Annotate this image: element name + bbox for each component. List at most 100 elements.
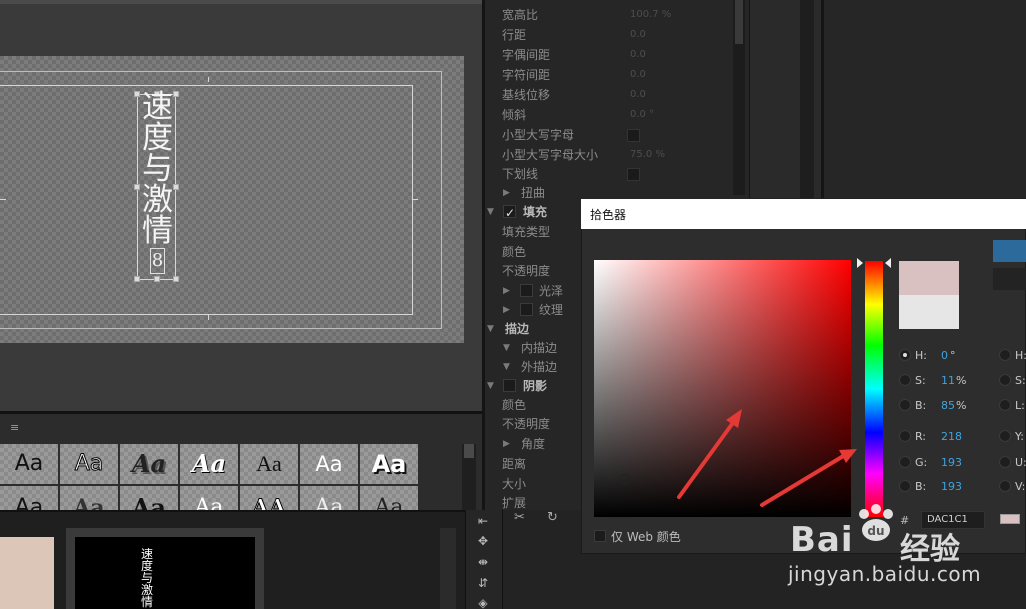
prop-value[interactable]: 0.0: [630, 45, 646, 65]
distribute-icon[interactable]: ⇼: [474, 555, 492, 569]
shadow-checkbox[interactable]: [503, 379, 516, 392]
side-panel-scrollbar[interactable]: [800, 0, 814, 198]
saturation-radio[interactable]: [899, 374, 911, 386]
title-clip-thumbnail[interactable]: [75, 537, 255, 609]
red-value[interactable]: 218: [941, 430, 962, 443]
expand-right-icon[interactable]: ▶: [503, 183, 510, 203]
bin-scrollbar[interactable]: [440, 528, 456, 609]
style-swatch[interactable]: Aa: [360, 444, 418, 484]
hue-slider-right-arrow[interactable]: [885, 258, 891, 268]
original-color-swatch[interactable]: [899, 295, 959, 329]
prop-value[interactable]: 0.0: [630, 65, 646, 85]
underline-checkbox[interactable]: [627, 168, 640, 181]
hue-value[interactable]: 0: [941, 349, 948, 362]
properties-scroll-thumb[interactable]: [735, 0, 743, 44]
new-color-swatch: [899, 261, 959, 295]
expand-down-icon[interactable]: ▼: [487, 319, 494, 339]
style-swatch[interactable]: Aa: [180, 486, 238, 510]
prop-label: 角度: [521, 437, 546, 451]
color-field-cursor[interactable]: [619, 474, 630, 485]
sheen-checkbox[interactable]: [520, 284, 533, 297]
web-colors-only-checkbox[interactable]: [594, 530, 606, 542]
prop-label: 倾斜: [502, 108, 527, 122]
hsl-h-label: H:: [1015, 349, 1026, 362]
red-radio[interactable]: [899, 430, 911, 442]
resize-handle-ml[interactable]: [134, 184, 140, 190]
prop-aspect[interactable]: 宽高比 100.7 %: [485, 5, 749, 25]
ruler-icon[interactable]: ◈: [474, 596, 492, 609]
style-swatch[interactable]: Aa: [0, 444, 58, 484]
hsl-h-radio[interactable]: [999, 349, 1011, 361]
style-swatch[interactable]: Aa: [0, 486, 58, 510]
fill-checkbox[interactable]: [503, 203, 516, 223]
prop-label: 扭曲: [521, 186, 546, 200]
brightness-value[interactable]: 85: [941, 399, 955, 412]
align-left-icon[interactable]: ⇤: [474, 514, 492, 528]
prop-value[interactable]: 75.0 %: [630, 145, 665, 165]
style-swatch[interactable]: Aa: [180, 444, 238, 484]
blue-value[interactable]: 193: [941, 480, 962, 493]
yuv-u-radio[interactable]: [999, 456, 1011, 468]
align-center-icon[interactable]: ✥: [474, 534, 492, 548]
style-swatch[interactable]: Aa: [300, 444, 358, 484]
prop-value[interactable]: 0.0: [630, 85, 646, 105]
prop-small-caps[interactable]: 小型大写字母: [485, 125, 749, 145]
distribute-vertical-icon[interactable]: ⇵: [474, 576, 492, 590]
refresh-icon[interactable]: ↻: [547, 510, 558, 525]
prop-kerning[interactable]: 字偶间距 0.0: [485, 45, 749, 65]
razor-icon[interactable]: ✂: [514, 510, 525, 525]
expand-down-icon[interactable]: ▼: [503, 338, 510, 358]
style-swatch[interactable]: Aa: [60, 486, 118, 510]
cancel-button[interactable]: [993, 268, 1026, 290]
resize-handle-tr[interactable]: [173, 91, 179, 97]
yuv-y-radio[interactable]: [999, 430, 1011, 442]
ok-button[interactable]: [993, 240, 1026, 262]
resize-handle-br[interactable]: [173, 276, 179, 282]
hue-slider[interactable]: [865, 261, 883, 517]
prop-value[interactable]: 0.0: [630, 25, 646, 45]
resize-handle-bc[interactable]: [154, 276, 160, 282]
hsl-l-radio[interactable]: [999, 399, 1011, 411]
prop-small-caps-size[interactable]: 小型大写字母大小 75.0 %: [485, 145, 749, 165]
brightness-radio[interactable]: [899, 399, 911, 411]
yuv-v-radio[interactable]: [999, 480, 1011, 492]
hue-radio[interactable]: [899, 349, 911, 361]
style-swatch[interactable]: AA: [240, 486, 298, 510]
styles-scroll-thumb[interactable]: [464, 444, 474, 458]
expand-right-icon[interactable]: ▶: [503, 434, 510, 454]
expand-right-icon[interactable]: ▶: [503, 281, 510, 301]
prop-slant[interactable]: 倾斜 0.0 °: [485, 105, 749, 125]
style-swatch[interactable]: Aa: [120, 444, 178, 484]
vertical-title-text[interactable]: 速度与激情: [142, 92, 173, 247]
prop-tracking[interactable]: 字符间距 0.0: [485, 65, 749, 85]
prop-underline[interactable]: 下划线: [485, 164, 749, 184]
green-radio[interactable]: [899, 456, 911, 468]
prop-value[interactable]: 100.7 %: [630, 5, 671, 25]
small-caps-checkbox[interactable]: [627, 129, 640, 142]
style-swatch[interactable]: Aa: [360, 486, 418, 510]
prop-baseline-shift[interactable]: 基线位移 0.0: [485, 85, 749, 105]
expand-down-icon[interactable]: ▼: [487, 202, 494, 222]
panel-menu-icon[interactable]: ≡: [10, 421, 19, 434]
saturation-brightness-field[interactable]: [594, 260, 851, 517]
style-swatch[interactable]: Aa: [60, 444, 118, 484]
color-picker-titlebar[interactable]: [581, 199, 1026, 229]
resize-handle-bl[interactable]: [134, 276, 140, 282]
prop-leading[interactable]: 行距 0.0: [485, 25, 749, 45]
style-swatch[interactable]: Aa: [120, 486, 178, 510]
style-swatch[interactable]: Aa: [240, 444, 298, 484]
hue-slider-left-arrow[interactable]: [857, 258, 863, 268]
texture-checkbox[interactable]: [520, 303, 533, 316]
green-value[interactable]: 193: [941, 456, 962, 469]
resize-handle-mr[interactable]: [173, 184, 179, 190]
resize-handle-tl[interactable]: [134, 91, 140, 97]
prop-value[interactable]: 0.0 °: [630, 105, 654, 125]
style-swatch[interactable]: Aa: [300, 486, 358, 510]
expand-down-icon[interactable]: ▼: [487, 376, 494, 396]
blue-radio[interactable]: [899, 480, 911, 492]
saturation-value[interactable]: 11: [941, 374, 955, 387]
expand-right-icon[interactable]: ▶: [503, 300, 510, 320]
expand-down-icon[interactable]: ▼: [503, 357, 510, 377]
clip-thumbnail[interactable]: [0, 537, 54, 609]
hsl-s-radio[interactable]: [999, 374, 1011, 386]
